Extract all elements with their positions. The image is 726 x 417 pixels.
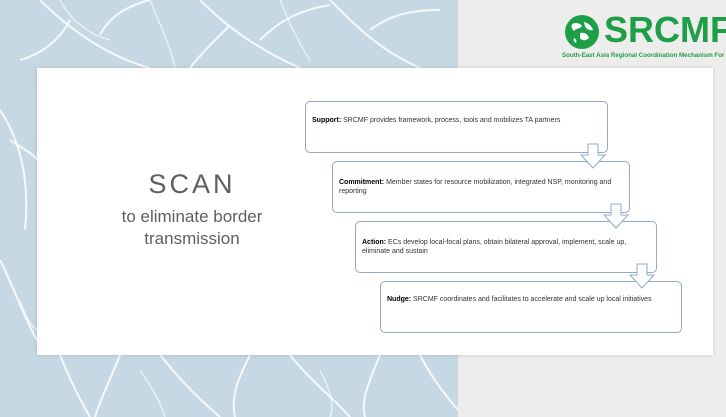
globe-icon — [565, 15, 599, 49]
srcmf-logo: SRCMF South-East Asia Regional Coordinat… — [560, 10, 726, 62]
step-label: Action: — [362, 239, 387, 246]
subtitle-line-1: to eliminate border — [121, 207, 263, 226]
slide-title: SCAN — [148, 169, 236, 199]
down-arrow-icon — [629, 263, 655, 289]
slide-subtitle: to eliminate border transmission — [37, 206, 347, 250]
step-label: Support: — [312, 117, 342, 124]
logo-tagline: South-East Asia Regional Coordination Me… — [562, 52, 725, 59]
step-label: Nudge: — [387, 296, 412, 303]
down-arrow-icon — [603, 203, 629, 229]
step-label: Commitment: — [339, 179, 385, 186]
step-text: SRCMF provides framework, process, tools… — [341, 117, 561, 124]
step-text: SRCMF coordinates and facilitates to acc… — [411, 296, 652, 303]
step-text: ECs develop local-focal plans, obtain bi… — [362, 239, 627, 255]
logo-name: SRCMF — [604, 9, 726, 50]
step-box-support: Support: SRCMF provides framework, proce… — [305, 101, 608, 153]
down-arrow-icon — [580, 143, 606, 169]
subtitle-line-2: transmission — [144, 229, 240, 248]
